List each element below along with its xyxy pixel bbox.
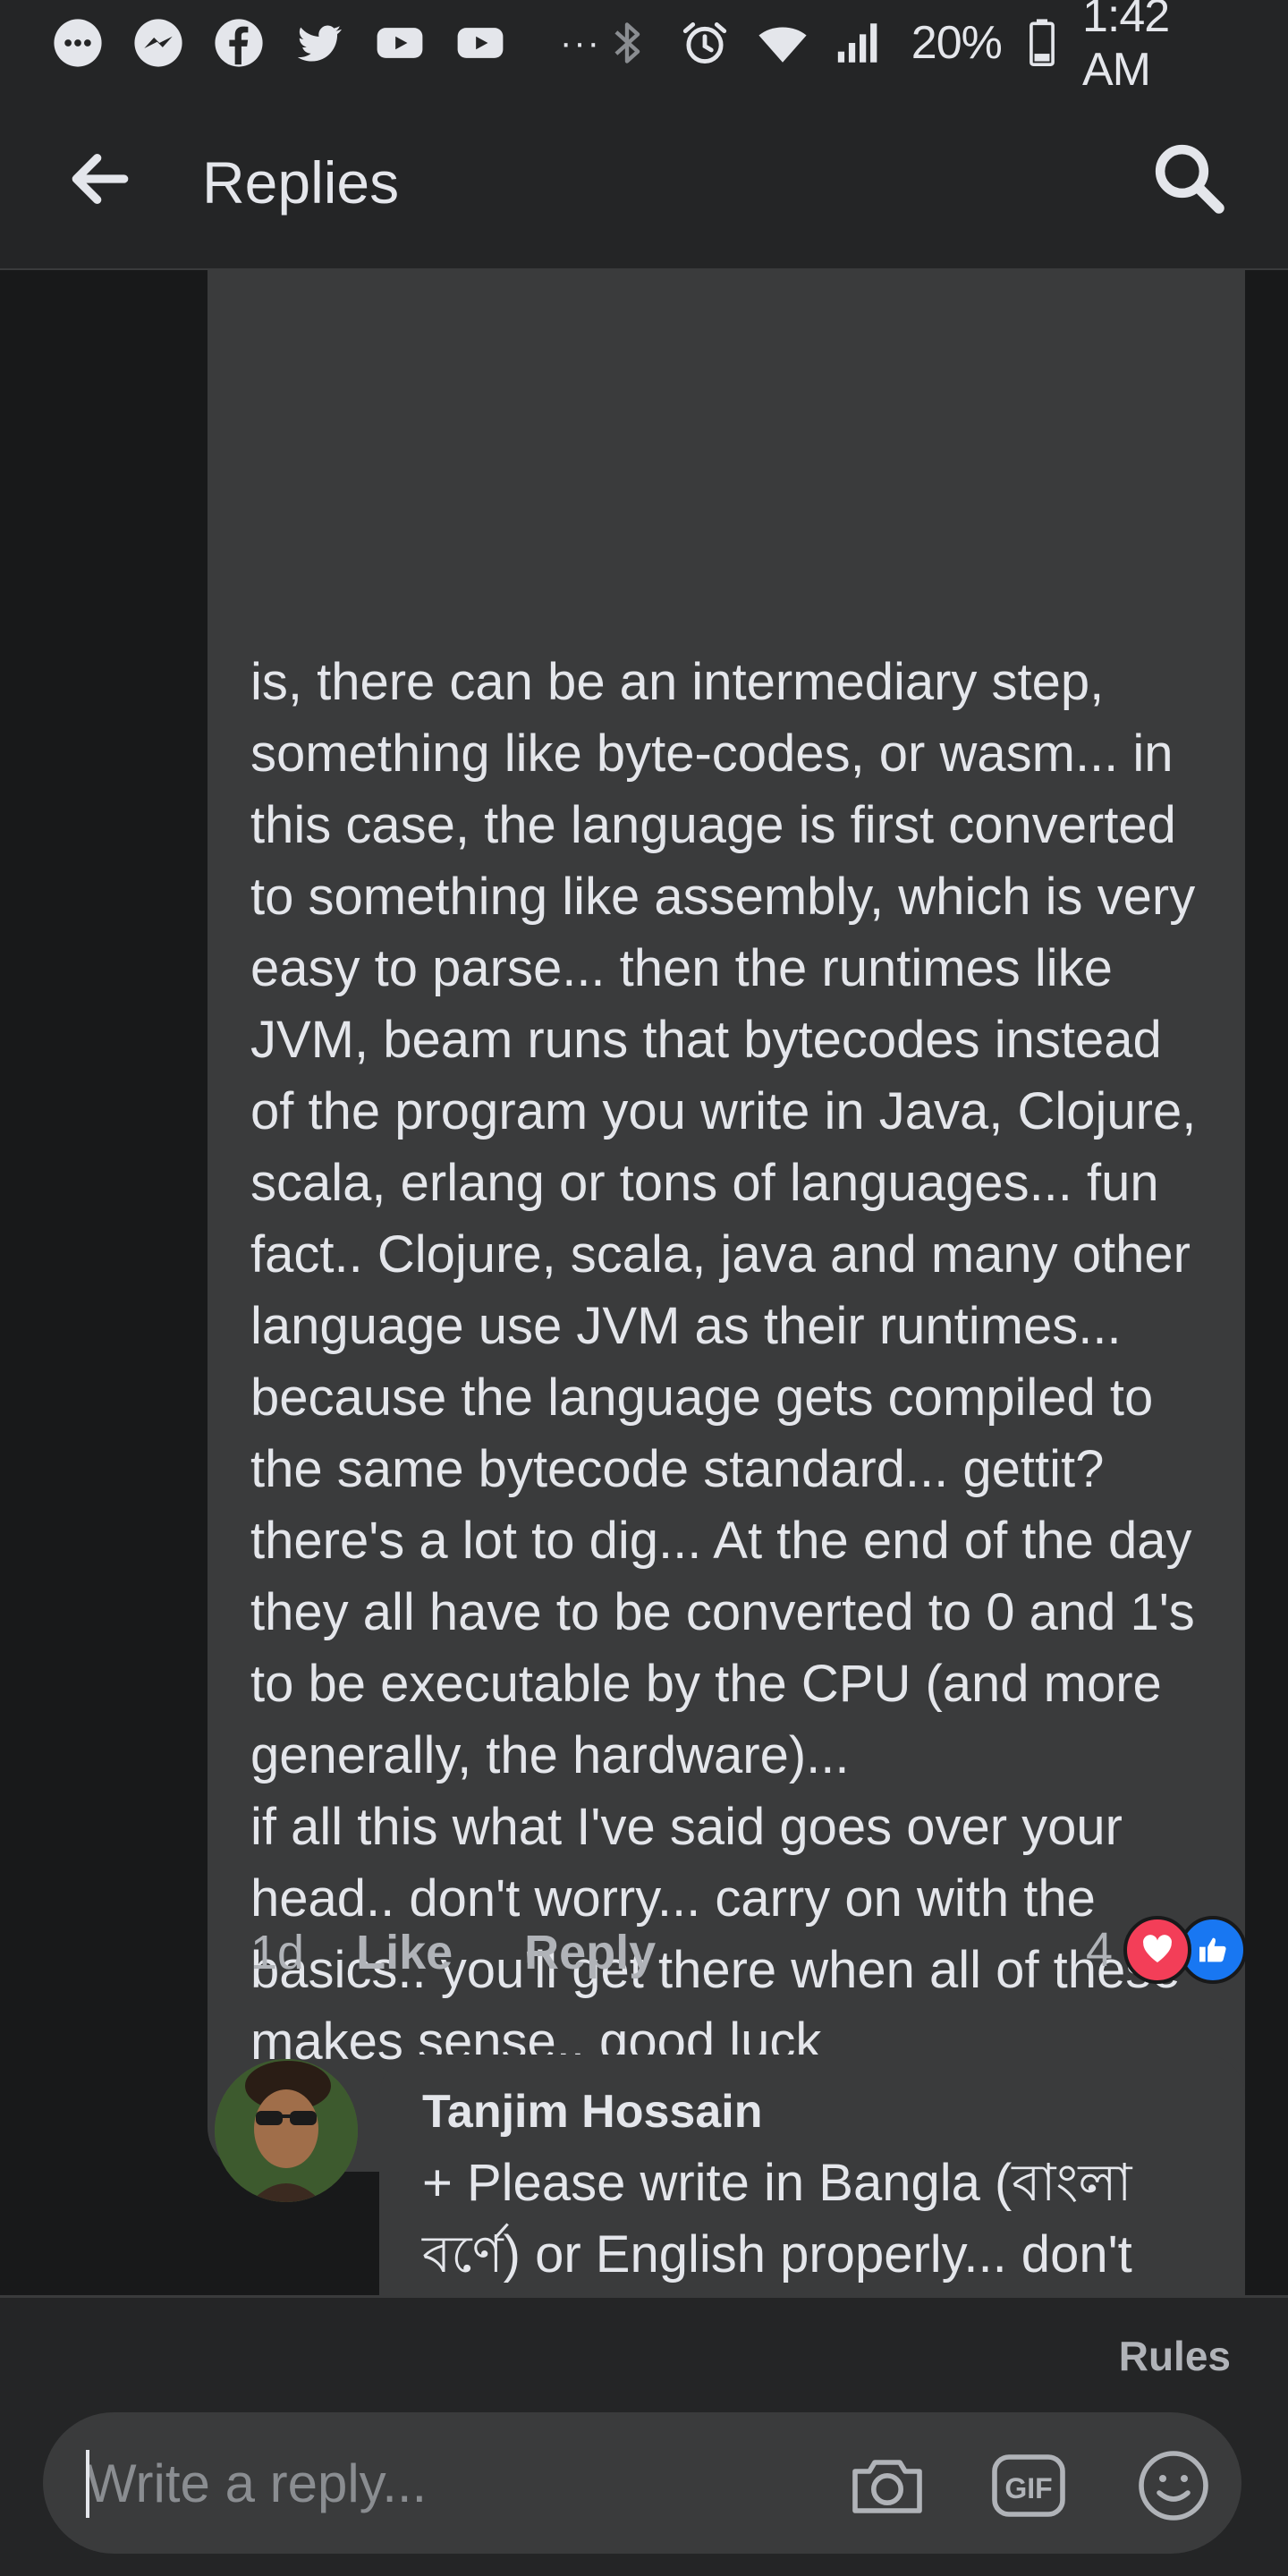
- status-bar: ··· 20% 1:42 AM: [0, 0, 1288, 96]
- facebook-icon: [211, 15, 267, 71]
- love-reaction-icon: [1123, 1916, 1191, 1984]
- like-button[interactable]: Like: [356, 1925, 453, 1980]
- reply-button[interactable]: Reply: [524, 1925, 656, 1980]
- comment-bubble: is, there can be an intermediary step, s…: [208, 270, 1245, 2172]
- rules-link[interactable]: Rules: [1119, 2332, 1231, 2380]
- battery-percent: 20%: [911, 17, 1003, 69]
- clock: 1:42 AM: [1081, 0, 1170, 96]
- messenger-icon: [131, 15, 186, 71]
- youtube-icon: [453, 15, 508, 71]
- comment-timestamp[interactable]: 1d: [250, 1925, 304, 1980]
- messages-icon: [50, 15, 106, 71]
- reply-text: + Please write in Bangla (বাংলা বর্ণে) o…: [422, 2154, 1132, 2284]
- battery-icon: [1027, 15, 1057, 71]
- notification-icons: ···: [50, 15, 601, 71]
- reply-bubble: Tanjim Hossain + Please write in Bangla …: [379, 2055, 1245, 2295]
- svg-text:GIF: GIF: [1004, 2472, 1052, 2504]
- back-arrow-icon[interactable]: [64, 143, 136, 215]
- system-icons: 20% 1:42 AM: [601, 0, 1238, 97]
- alarm-icon: [679, 15, 732, 71]
- comment-paragraph: is, there can be an intermediary step, s…: [250, 653, 1197, 1785]
- comment-actions: 1d Like Reply: [250, 1925, 656, 1980]
- header: Replies: [0, 86, 1288, 270]
- reply-composer: Rules GIF: [0, 2295, 1288, 2576]
- wifi-icon: [756, 15, 809, 71]
- camera-icon[interactable]: [844, 2443, 930, 2529]
- reactions-summary[interactable]: 4: [1086, 1916, 1247, 1984]
- bluetooth-icon: [601, 15, 654, 71]
- reaction-count: 4: [1085, 1923, 1113, 1977]
- search-icon[interactable]: [1148, 138, 1229, 218]
- emoji-icon[interactable]: [1131, 2443, 1216, 2529]
- text-cursor: [86, 2450, 89, 2518]
- avatar[interactable]: [215, 2059, 358, 2202]
- reply-author-name[interactable]: Tanjim Hossain: [422, 2085, 762, 2139]
- twitter-icon: [292, 15, 347, 71]
- replies-thread[interactable]: is, there can be an intermediary step, s…: [0, 270, 1288, 2295]
- gif-icon[interactable]: GIF: [986, 2443, 1072, 2529]
- youtube-icon: [372, 15, 428, 71]
- more-notifications-indicator: ···: [560, 22, 601, 63]
- signal-icon: [834, 15, 886, 71]
- page-title: Replies: [202, 149, 400, 216]
